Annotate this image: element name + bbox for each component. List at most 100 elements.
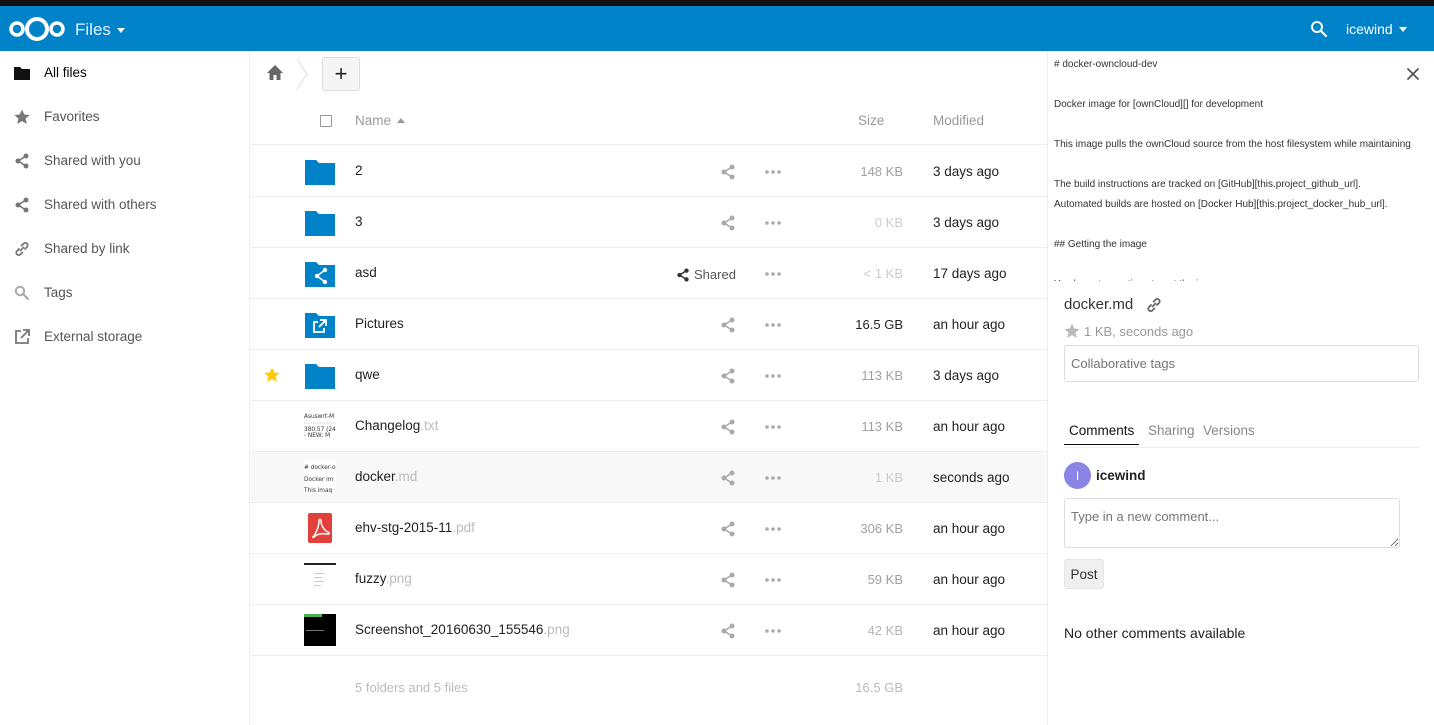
select-all-checkbox[interactable] (320, 115, 332, 127)
sidebar-item-label: Tags (44, 285, 73, 300)
file-modified: an hour ago (933, 317, 1006, 332)
more-actions-icon[interactable] (764, 317, 782, 333)
new-file-button[interactable]: + (322, 57, 360, 91)
thumbnail-text-line: Docker im (304, 477, 334, 483)
folder-icon (305, 211, 335, 236)
share-icon[interactable] (720, 317, 736, 333)
sidebar-item-external-storage[interactable]: External storage (0, 315, 249, 359)
home-icon[interactable] (266, 64, 284, 82)
avatar: I (1064, 462, 1091, 489)
table-row[interactable]: Pictures 16.5 GB an hour ago (250, 299, 1047, 350)
table-row[interactable]: 3 0 KB 3 days ago (250, 197, 1047, 248)
more-actions-icon[interactable] (764, 419, 782, 435)
more-actions-icon[interactable] (764, 470, 782, 486)
app-menu-button[interactable]: Files (75, 20, 125, 40)
more-actions-icon[interactable] (764, 266, 782, 282)
more-actions-icon[interactable] (764, 164, 782, 180)
sidebar-item-shared-by-link[interactable]: Shared by link (0, 227, 249, 271)
new-comment-field[interactable] (1064, 498, 1400, 548)
preview-line: ## Getting the image (1054, 239, 1147, 250)
table-row[interactable]: fuzzy.png 59 KB an hour ago (250, 554, 1047, 605)
table-row[interactable]: Screenshot_20160630_155546.png 42 KB an ho… (250, 605, 1047, 656)
preview-line: You have two options to get the image: (1054, 275, 1429, 281)
share-icon[interactable] (720, 419, 736, 435)
table-row[interactable]: Asuswrt-M 380.57 (24- NEW: M Changelog.txt… (250, 401, 1047, 452)
link-icon (14, 241, 30, 257)
preview-line (1054, 115, 1429, 135)
breadcrumb-separator-icon (296, 59, 308, 89)
sidebar-item-label: Shared with you (44, 153, 141, 168)
shared-folder-icon (305, 262, 335, 287)
sidebar-item-all-files[interactable]: All files (0, 51, 249, 95)
sort-by-name[interactable]: Name (355, 113, 406, 128)
file-name[interactable]: 3 (355, 214, 363, 229)
file-size: 306 KB (860, 521, 903, 536)
share-icon[interactable] (720, 623, 736, 639)
file-size: 113 KB (861, 368, 903, 383)
file-name[interactable]: docker.md (355, 469, 417, 484)
sort-by-modified[interactable]: Modified (933, 113, 984, 128)
search-icon[interactable] (1310, 20, 1328, 38)
table-row[interactable]: ehv-stg-2015-11.pdf 306 KB an hour ago (250, 503, 1047, 554)
file-basename: 3 (355, 214, 363, 229)
file-name[interactable]: Pictures (355, 316, 404, 331)
file-basename: fuzzy (355, 571, 386, 586)
share-icon[interactable] (720, 521, 736, 537)
preview-line (1054, 255, 1429, 275)
collaborative-tags-input[interactable] (1064, 345, 1419, 382)
share-status-label: Shared (694, 267, 736, 282)
more-actions-icon[interactable] (764, 521, 782, 537)
favorite-star-icon[interactable] (1064, 323, 1080, 339)
file-name[interactable]: ehv-stg-2015-11.pdf (355, 520, 475, 535)
table-row[interactable]: asd Shared < 1 KB 17 days ago (250, 248, 1047, 299)
nextcloud-logo-icon[interactable] (8, 16, 66, 42)
file-name[interactable]: asd (355, 265, 377, 280)
file-name[interactable]: qwe (355, 367, 380, 382)
share-icon[interactable] (720, 470, 736, 486)
permalink-icon[interactable] (1146, 297, 1162, 313)
tab-comments[interactable]: Comments (1064, 423, 1140, 445)
table-row[interactable]: # docker-o Docker im This imag docker.md 1 K… (250, 452, 1047, 503)
share-icon (14, 197, 30, 213)
preview-line: The build instructions are tracked on [G… (1054, 179, 1361, 190)
share-icon[interactable] (720, 368, 736, 384)
share-icon[interactable] (720, 164, 736, 180)
file-name[interactable]: Screenshot_20160630_155546.png (355, 622, 570, 637)
tab-sharing[interactable]: Sharing (1148, 423, 1195, 438)
preview-line: Docker image for [ownCloud][] for develo… (1054, 99, 1263, 110)
file-size: < 1 KB (863, 266, 903, 281)
file-size: 113 KB (861, 419, 903, 434)
close-icon[interactable] (1406, 67, 1420, 81)
more-actions-icon[interactable] (764, 215, 782, 231)
sort-by-size[interactable]: Size (858, 113, 884, 128)
more-actions-icon[interactable] (764, 623, 782, 639)
sidebar-item-label: Shared with others (44, 197, 157, 212)
file-extension: .png (543, 622, 570, 637)
share-icon[interactable] (720, 572, 736, 588)
sidebar-item-favorites[interactable]: Favorites (0, 95, 249, 139)
file-name[interactable]: fuzzy.png (355, 571, 412, 586)
file-list-header: Name Size Modified (250, 95, 1047, 145)
share-button[interactable]: Shared (676, 267, 736, 282)
table-row[interactable]: qwe 113 KB 3 days ago (250, 350, 1047, 401)
file-meta: 1 KB, seconds ago (1084, 324, 1194, 339)
app-header: Files icewind (0, 6, 1434, 51)
more-actions-icon[interactable] (764, 368, 782, 384)
post-comment-button[interactable]: Post (1064, 559, 1104, 589)
sidebar-item-label: External storage (44, 329, 143, 344)
share-icon[interactable] (720, 215, 736, 231)
sidebar-item-shared-with-others[interactable]: Shared with others (0, 183, 249, 227)
more-actions-icon[interactable] (764, 572, 782, 588)
file-basename: 2 (355, 163, 363, 178)
preview-line (1054, 155, 1429, 175)
sidebar-item-tags[interactable]: Tags (0, 271, 249, 315)
user-menu-button[interactable]: icewind (1346, 21, 1407, 37)
file-size: 148 KB (860, 164, 903, 179)
file-name[interactable]: Changelog.txt (355, 418, 438, 433)
table-row[interactable]: 2 148 KB 3 days ago (250, 146, 1047, 197)
tab-versions[interactable]: Versions (1203, 423, 1255, 438)
favorite-star-icon[interactable] (264, 367, 280, 383)
file-modified: an hour ago (933, 419, 1006, 434)
file-name[interactable]: 2 (355, 163, 363, 178)
sidebar-item-shared-with-you[interactable]: Shared with you (0, 139, 249, 183)
